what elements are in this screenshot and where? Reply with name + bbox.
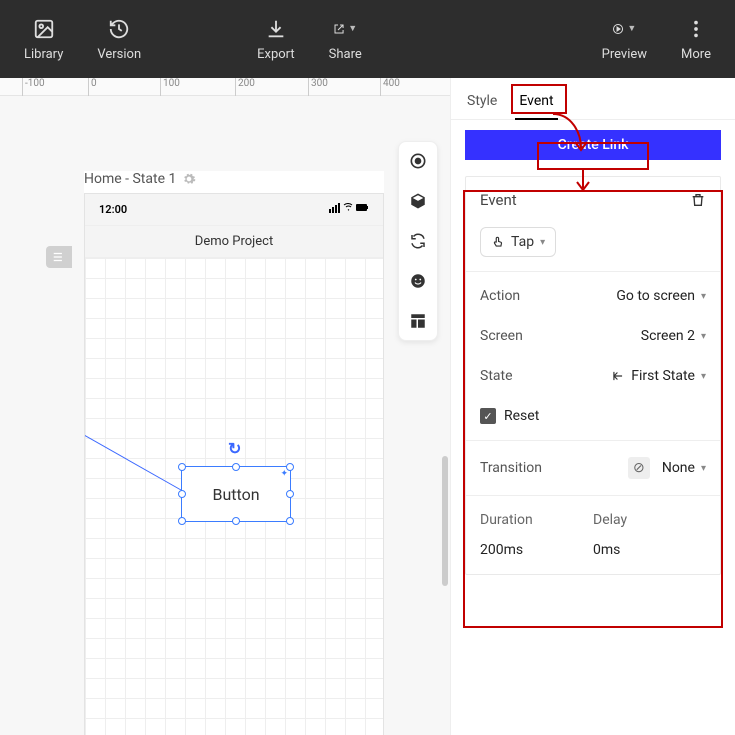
- floating-tool-palette: [398, 141, 438, 341]
- app-header: Demo Project: [85, 226, 383, 258]
- resize-handle[interactable]: [286, 517, 294, 525]
- status-indicators: [329, 203, 369, 216]
- resize-handle[interactable]: [178, 517, 186, 525]
- preview-label: Preview: [602, 47, 647, 62]
- history-icon: [107, 17, 131, 41]
- left-drawer-toggle[interactable]: [46, 246, 72, 268]
- delete-event-button[interactable]: [690, 192, 706, 208]
- element-label: Button: [212, 485, 259, 504]
- delay-value[interactable]: 0ms: [593, 542, 706, 558]
- ruler-tick: 200: [235, 78, 255, 96]
- refresh-icon[interactable]: [407, 230, 429, 252]
- tab-style[interactable]: Style: [463, 85, 501, 119]
- event-card: Event Tap ▾ Action Go to: [465, 176, 721, 575]
- duration-value[interactable]: 200ms: [480, 542, 593, 558]
- inspector-panel: Style Event Create Link Event Tap: [450, 78, 735, 735]
- duration-label: Duration: [480, 512, 593, 528]
- more-vert-icon: [684, 17, 708, 41]
- delay-label: Delay: [593, 512, 706, 528]
- top-toolbar: Library Version Export ▼ Share ▼ Preview…: [0, 0, 735, 78]
- export-button[interactable]: Export: [251, 13, 301, 66]
- resize-handle[interactable]: [178, 490, 186, 498]
- state-label: State: [480, 368, 513, 384]
- target-icon[interactable]: [407, 150, 429, 172]
- ruler-tick: 300: [308, 78, 328, 96]
- more-label: More: [681, 47, 711, 62]
- screen-selector[interactable]: Screen 2▾: [641, 328, 706, 344]
- more-button[interactable]: More: [675, 13, 717, 66]
- snap-indicator-icon: ✦: [280, 469, 288, 479]
- state-selector[interactable]: First State▾: [611, 368, 706, 384]
- action-selector[interactable]: Go to screen▾: [616, 288, 706, 304]
- status-bar: 12:00: [85, 194, 383, 226]
- resize-handle[interactable]: [232, 463, 240, 471]
- image-icon: [32, 17, 56, 41]
- ruler-tick: 400: [380, 78, 400, 96]
- none-icon: ⊘: [628, 457, 650, 479]
- share-button[interactable]: ▼ Share: [323, 13, 368, 66]
- create-link-button[interactable]: Create Link: [465, 130, 721, 160]
- status-time: 12:00: [99, 203, 127, 216]
- share-icon: ▼: [333, 17, 357, 41]
- version-button[interactable]: Version: [91, 13, 147, 66]
- ruler-tick: 0: [88, 78, 97, 96]
- first-state-icon: [611, 369, 625, 383]
- resize-handle[interactable]: [286, 490, 294, 498]
- play-icon: ▼: [612, 17, 636, 41]
- ruler-tick: 100: [160, 78, 180, 96]
- vertical-scrollbar[interactable]: [442, 456, 448, 586]
- ruler-tick: -100: [22, 78, 45, 96]
- canvas-area[interactable]: -100 0 100 200 300 400 Home - State 1 12…: [0, 78, 450, 735]
- layout-icon[interactable]: [407, 310, 429, 332]
- version-label: Version: [97, 47, 141, 62]
- tab-event[interactable]: Event: [515, 85, 557, 119]
- event-section-title: Event: [480, 191, 517, 209]
- smiley-icon[interactable]: [407, 270, 429, 292]
- chevron-down-icon: ▾: [701, 463, 706, 474]
- chevron-down-icon: ▾: [701, 371, 706, 382]
- chevron-down-icon: ▾: [701, 291, 706, 302]
- preview-button[interactable]: ▼ Preview: [596, 13, 653, 66]
- reset-checkbox[interactable]: ✓: [480, 408, 496, 424]
- gear-icon[interactable]: [182, 172, 196, 186]
- rotate-handle[interactable]: ↻: [228, 439, 241, 458]
- selected-button-element[interactable]: ↻ ✦ Button: [181, 466, 291, 522]
- horizontal-ruler: -100 0 100 200 300 400: [0, 78, 450, 96]
- transition-label: Transition: [480, 460, 542, 476]
- chevron-down-icon: ▾: [540, 237, 545, 248]
- screen-label: Screen: [480, 328, 523, 344]
- panel-tabs: Style Event: [451, 78, 735, 120]
- export-label: Export: [257, 47, 295, 62]
- phone-mockup: 12:00 Demo Project ↻ ✦ Button: [84, 193, 384, 735]
- download-icon: [264, 17, 288, 41]
- phone-canvas[interactable]: ↻ ✦ Button: [85, 258, 383, 735]
- reset-label: Reset: [504, 408, 539, 424]
- device-frame: Home - State 1 12:00 Demo Project ↻: [84, 171, 384, 735]
- cube-icon[interactable]: [407, 190, 429, 212]
- resize-handle[interactable]: [286, 463, 294, 471]
- screen-title[interactable]: Home - State 1: [84, 171, 384, 187]
- tap-icon: [491, 235, 505, 249]
- trigger-selector[interactable]: Tap ▾: [480, 227, 556, 257]
- resize-handle[interactable]: [178, 463, 186, 471]
- transition-selector[interactable]: ⊘ None▾: [628, 457, 706, 479]
- resize-handle[interactable]: [232, 517, 240, 525]
- share-label: Share: [329, 47, 362, 62]
- library-button[interactable]: Library: [18, 13, 69, 66]
- library-label: Library: [24, 47, 63, 62]
- chevron-down-icon: ▾: [701, 331, 706, 342]
- action-label: Action: [480, 288, 520, 304]
